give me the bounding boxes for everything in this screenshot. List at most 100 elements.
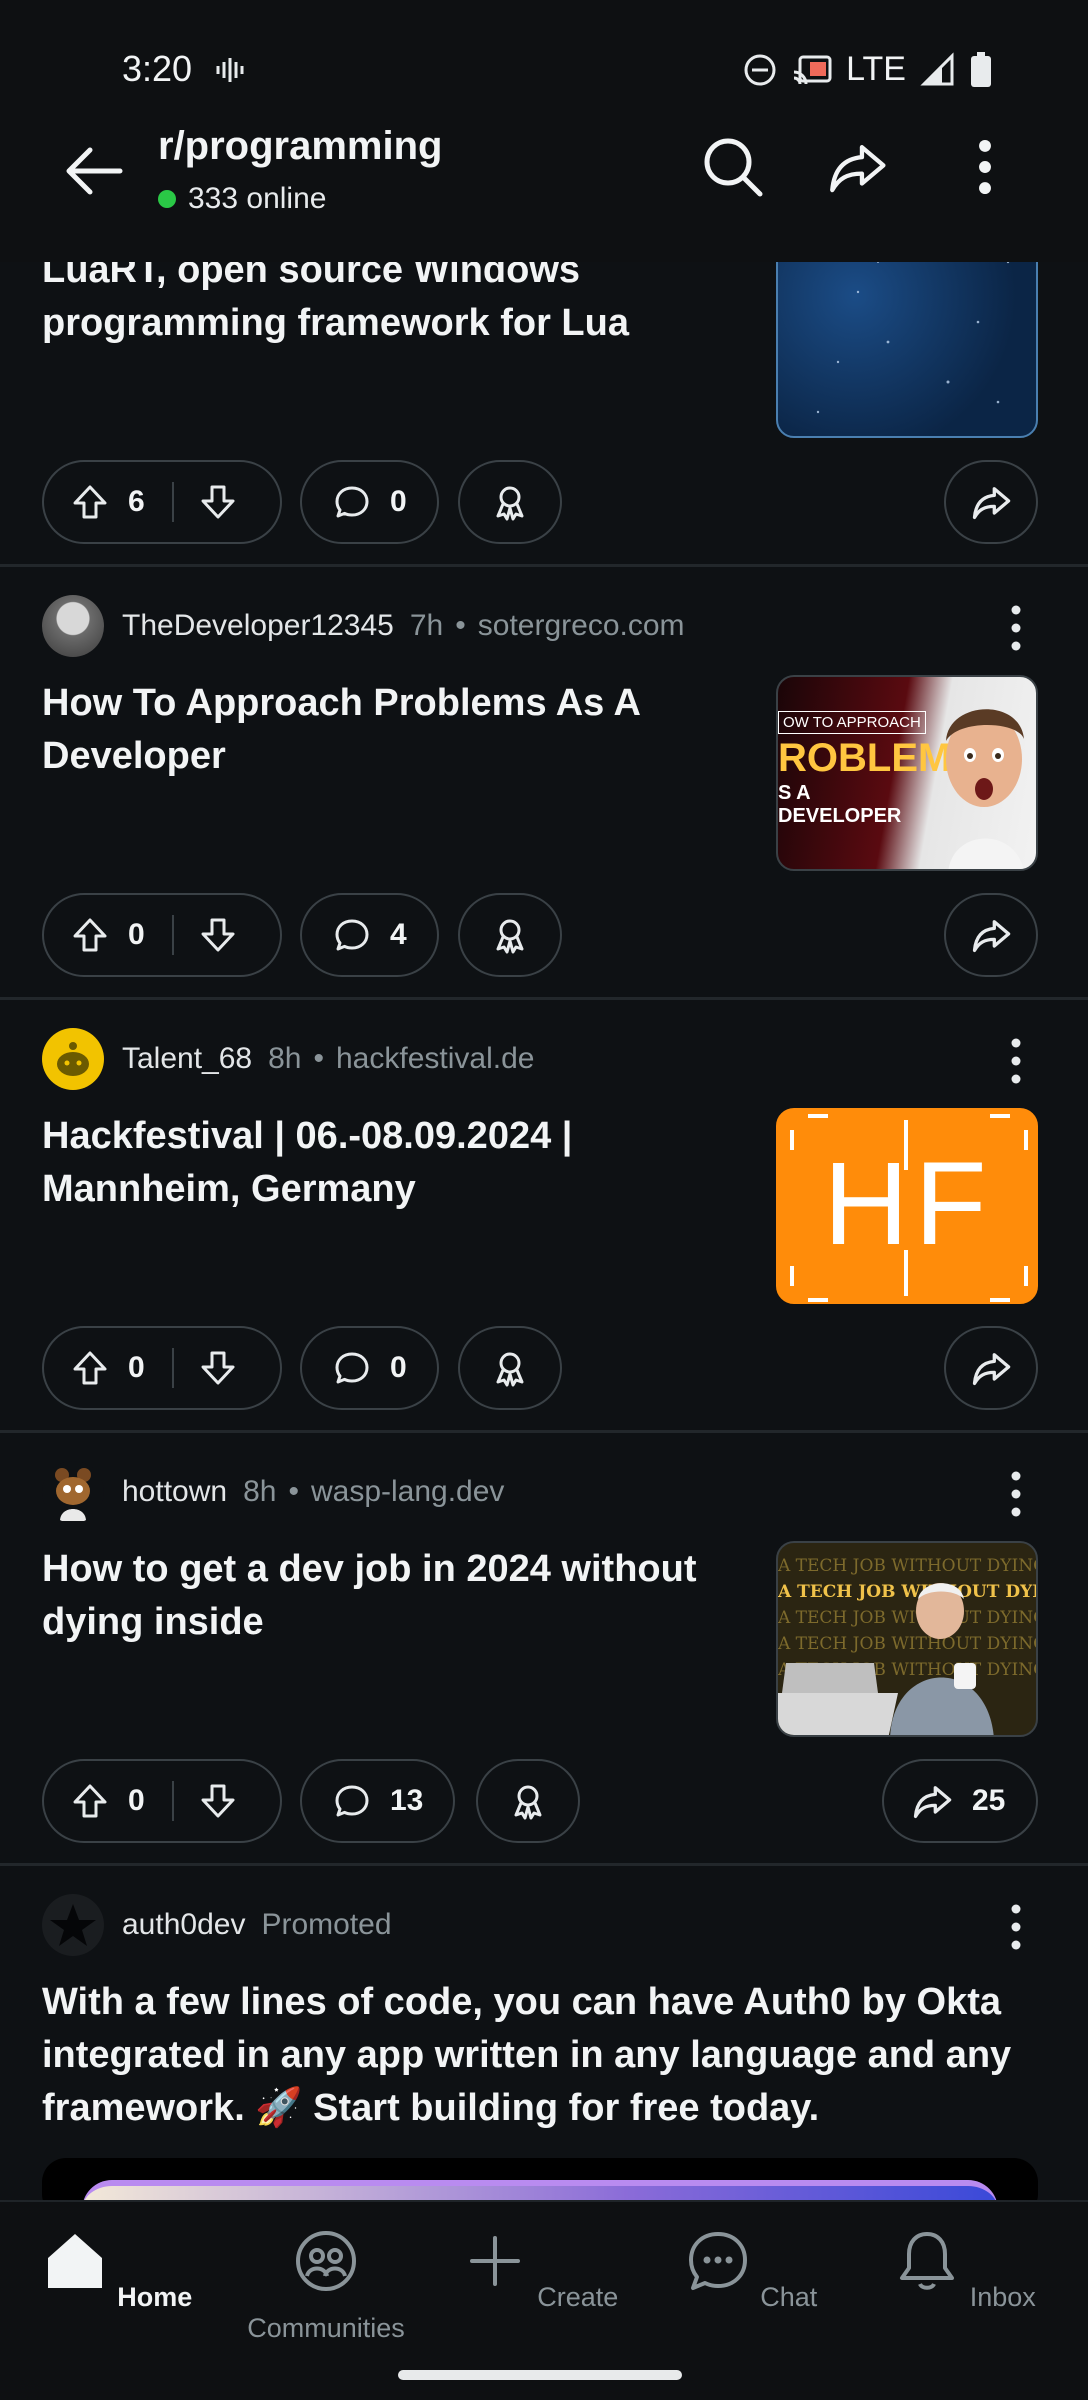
comment-count: 0 bbox=[390, 485, 407, 518]
comments-button[interactable]: 13 bbox=[300, 1759, 456, 1843]
signal-icon bbox=[920, 51, 954, 85]
nav-communities[interactable]: Communities bbox=[236, 2226, 416, 2344]
status-icons: LTE bbox=[742, 50, 992, 89]
upvote-count: 0 bbox=[128, 1351, 145, 1384]
post-title[interactable]: How To Approach Problems As A Developer bbox=[42, 677, 722, 783]
back-arrow-icon[interactable] bbox=[60, 136, 130, 206]
post-title[interactable]: With a few lines of code, you can have A… bbox=[42, 1976, 1052, 2135]
comment-count: 13 bbox=[390, 1784, 424, 1817]
avatar[interactable] bbox=[42, 1894, 104, 1956]
downvote-icon[interactable] bbox=[198, 482, 238, 522]
post-domain[interactable]: wasp-lang.dev bbox=[311, 1475, 504, 1509]
avatar[interactable] bbox=[42, 1461, 104, 1523]
upvote-icon[interactable] bbox=[70, 482, 110, 522]
share-button[interactable]: 25 bbox=[882, 1759, 1038, 1843]
upvote-icon[interactable] bbox=[70, 915, 110, 955]
award-button[interactable] bbox=[476, 1759, 580, 1843]
thumbnail-text: OW TO APPROACH ROBLEMS S A DEVELOPER bbox=[778, 711, 978, 828]
vote-control: 0 bbox=[42, 893, 282, 977]
award-button[interactable] bbox=[458, 1326, 562, 1410]
post-card[interactable]: TheDeveloper12345 7h • sotergreco.com Ho… bbox=[0, 567, 1088, 1000]
person-face-image bbox=[946, 709, 1024, 869]
avatar[interactable] bbox=[42, 1028, 104, 1090]
upvote-icon[interactable] bbox=[70, 1348, 110, 1388]
promoted-post-card[interactable]: auth0dev Promoted With a few lines of co… bbox=[0, 1866, 1088, 2218]
status-time: 3:20 bbox=[122, 48, 193, 89]
post-card[interactable]: hottown 8h • wasp-lang.dev How to get a … bbox=[0, 1433, 1088, 1866]
man-with-laptop-image bbox=[778, 1583, 994, 1735]
post-meta: TheDeveloper12345 7h • sotergreco.com bbox=[42, 595, 685, 657]
subreddit-name[interactable]: r/programming bbox=[158, 124, 442, 169]
nav-home[interactable]: Home bbox=[26, 2226, 206, 2313]
post-meta: auth0dev Promoted bbox=[42, 1894, 392, 1956]
nav-create[interactable]: Create bbox=[449, 2226, 629, 2313]
more-options-icon[interactable] bbox=[1004, 1902, 1028, 1952]
comments-button[interactable]: 0 bbox=[300, 1326, 439, 1410]
comment-icon bbox=[332, 482, 372, 522]
post-domain[interactable]: sotergreco.com bbox=[478, 609, 685, 643]
hf-logo-text: HF bbox=[823, 1138, 993, 1270]
vote-control: 0 bbox=[42, 1759, 282, 1843]
online-text: 333 online bbox=[188, 182, 327, 215]
award-button[interactable] bbox=[458, 460, 562, 544]
post-author[interactable]: hottown bbox=[122, 1475, 227, 1509]
communities-icon bbox=[296, 2231, 356, 2291]
share-icon bbox=[969, 480, 1013, 524]
nav-label: Home bbox=[117, 2282, 193, 2312]
comment-icon bbox=[332, 915, 372, 955]
post-author[interactable]: Talent_68 bbox=[122, 1042, 252, 1076]
more-options-icon[interactable] bbox=[960, 134, 1010, 200]
award-icon bbox=[508, 1781, 548, 1821]
vote-divider bbox=[172, 1348, 174, 1388]
more-options-icon[interactable] bbox=[1004, 1469, 1028, 1519]
online-dot bbox=[158, 190, 176, 208]
comments-button[interactable]: 0 bbox=[300, 460, 439, 544]
vote-divider bbox=[172, 1781, 174, 1821]
subreddit-header: r/programming 333 online bbox=[0, 118, 1088, 228]
post-actions: 0 4 bbox=[42, 893, 1038, 977]
vote-divider bbox=[172, 482, 174, 522]
search-icon[interactable] bbox=[700, 134, 766, 200]
post-title[interactable]: How to get a dev job in 2024 without dyi… bbox=[42, 1543, 762, 1649]
award-button[interactable] bbox=[458, 893, 562, 977]
downvote-icon[interactable] bbox=[198, 1781, 238, 1821]
meta-separator: • bbox=[455, 609, 466, 642]
post-thumbnail[interactable]: A TECH JOB WITHOUT DYING A TECH JOB WITH… bbox=[776, 1541, 1038, 1737]
share-button[interactable] bbox=[944, 1326, 1038, 1410]
online-count: 333 online bbox=[158, 182, 326, 216]
home-icon bbox=[47, 2234, 102, 2288]
upvote-icon[interactable] bbox=[70, 1781, 110, 1821]
post-meta: Talent_68 8h • hackfestival.de bbox=[42, 1028, 534, 1090]
post-author[interactable]: auth0dev bbox=[122, 1908, 245, 1942]
auth0-star-icon bbox=[50, 1904, 96, 1946]
post-age: 8h bbox=[243, 1475, 277, 1508]
post-thumbnail[interactable]: HF bbox=[776, 1108, 1038, 1304]
comment-count: 0 bbox=[390, 1351, 407, 1384]
post-title[interactable]: Hackfestival | 06.-08.09.2024 | Mannheim… bbox=[42, 1110, 722, 1216]
chat-icon bbox=[688, 2232, 747, 2290]
battery-icon bbox=[971, 51, 991, 87]
comments-button[interactable]: 4 bbox=[300, 893, 439, 977]
post-card[interactable]: Talent_68 8h • hackfestival.de Hackfesti… bbox=[0, 1000, 1088, 1433]
snoo-avatar-icon bbox=[57, 1042, 89, 1076]
avatar[interactable] bbox=[42, 595, 104, 657]
gesture-home-bar[interactable] bbox=[398, 2370, 682, 2380]
downvote-icon[interactable] bbox=[198, 1348, 238, 1388]
network-type: LTE bbox=[846, 50, 906, 88]
cast-icon bbox=[793, 55, 832, 84]
more-options-icon[interactable] bbox=[1004, 603, 1028, 653]
more-options-icon[interactable] bbox=[1004, 1036, 1028, 1086]
downvote-icon[interactable] bbox=[198, 915, 238, 955]
nav-chat[interactable]: Chat bbox=[660, 2226, 840, 2313]
nav-inbox[interactable]: Inbox bbox=[874, 2226, 1054, 2313]
share-icon[interactable] bbox=[824, 134, 890, 200]
share-icon bbox=[969, 1346, 1013, 1390]
post-domain[interactable]: hackfestival.de bbox=[336, 1042, 534, 1076]
share-button[interactable] bbox=[944, 893, 1038, 977]
post-author[interactable]: TheDeveloper12345 bbox=[122, 609, 394, 643]
post-thumbnail[interactable]: OW TO APPROACH ROBLEMS S A DEVELOPER bbox=[776, 675, 1038, 871]
award-icon bbox=[490, 915, 530, 955]
status-bar: 3:20 LTE bbox=[0, 44, 1088, 90]
share-button[interactable] bbox=[944, 460, 1038, 544]
post-actions: 0 13 25 bbox=[42, 1759, 1038, 1843]
